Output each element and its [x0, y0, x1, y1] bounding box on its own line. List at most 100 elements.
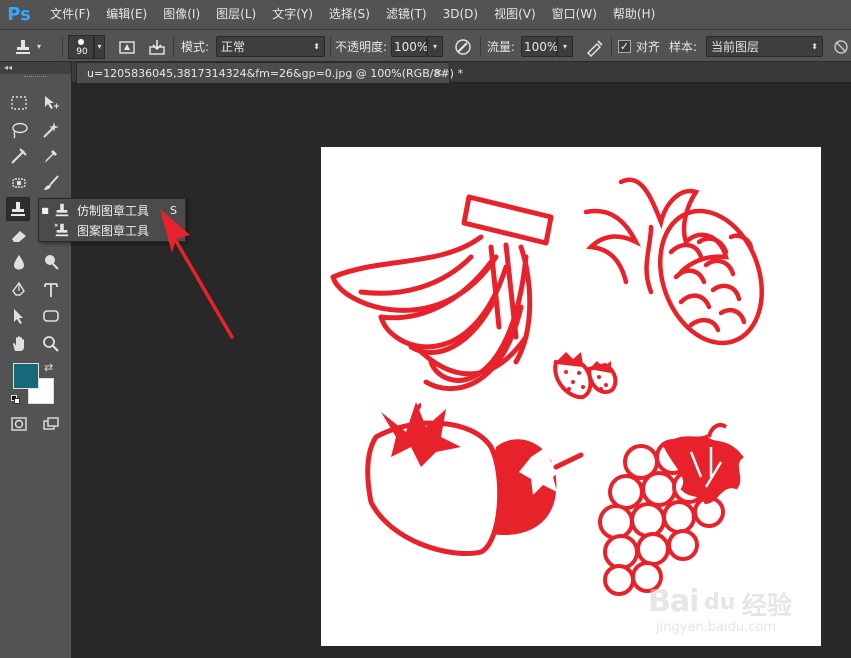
brush-icon: [44, 175, 59, 190]
photoshop-window: Ps 文件(F) 编辑(E) 图像(I) 图层(L) 文字(Y) 选择(S) 滤…: [0, 0, 851, 658]
foreground-color-swatch-front[interactable]: [13, 363, 39, 389]
opacity-label: 不透明度:: [335, 40, 388, 54]
dodge-tool[interactable]: [39, 250, 63, 274]
flyout-item-label: 图案图章工具: [77, 223, 150, 238]
menu-type[interactable]: 文字(Y): [264, 0, 321, 29]
opacity-dropdown-button[interactable]: ▾: [427, 36, 443, 57]
pressure-opacity-toggle[interactable]: [452, 30, 474, 63]
default-colors-icon[interactable]: [11, 395, 21, 405]
pineapple-illustration: [583, 177, 764, 346]
hand-tool[interactable]: [7, 332, 31, 356]
screen-mode-icon: [43, 417, 59, 430]
healing-brush-tool[interactable]: [7, 171, 31, 195]
align-checkbox[interactable]: ✓: [618, 40, 631, 53]
document-tab-title: u=1205836045,3817314324&fm=26&gp=0.jpg @…: [87, 66, 463, 80]
fruit-artwork: [330, 177, 764, 596]
opacity-input[interactable]: 100%: [391, 36, 428, 57]
divider: [611, 36, 612, 57]
marquee-icon: [11, 96, 27, 110]
annotation-arrow: [160, 209, 234, 339]
menu-edit[interactable]: 编辑(E): [98, 0, 155, 29]
menu-3d[interactable]: 3D(D): [435, 0, 486, 29]
divider: [480, 36, 481, 57]
clone-stamp-tool[interactable]: [6, 197, 30, 221]
tools-panel-header[interactable]: ◂◂: [0, 62, 71, 74]
type-icon: [44, 283, 58, 297]
eyedropper-tool[interactable]: [39, 144, 63, 168]
chevron-down-icon: ▾: [36, 42, 41, 51]
clone-stamp-icon: [11, 202, 25, 216]
panel-grip[interactable]: [24, 76, 46, 79]
menu-help[interactable]: 帮助(H): [605, 0, 663, 29]
pen-tool[interactable]: [7, 278, 31, 302]
menu-filter[interactable]: 滤镜(T): [378, 0, 435, 29]
sample-label: 样本:: [669, 40, 698, 54]
brush-size-value: 90: [76, 46, 88, 57]
screen-mode-button[interactable]: [39, 412, 63, 436]
lasso-tool[interactable]: [7, 118, 31, 142]
marquee-tool[interactable]: [7, 91, 31, 115]
align-checkbox-group[interactable]: ✓ 对齐: [618, 30, 660, 63]
brush-tool[interactable]: [39, 171, 63, 195]
photoshop-logo: Ps: [7, 4, 31, 25]
move-tool[interactable]: [39, 91, 63, 115]
brush-preset-picker[interactable]: 90 ▾: [68, 30, 105, 63]
document-tab-bar: u=1205836045,3817314324&fm=26&gp=0.jpg @…: [72, 62, 851, 83]
grapes-illustration: [598, 423, 744, 596]
updown-arrow-icon: ⬍: [811, 42, 818, 51]
menu-select[interactable]: 选择(S): [321, 0, 378, 29]
adjustment-layer-icon: [830, 36, 851, 58]
blend-mode-value: 正常: [221, 40, 246, 54]
bandage-icon: [12, 178, 26, 188]
arrow-pointer-icon: [14, 309, 23, 324]
menu-window[interactable]: 窗口(W): [544, 0, 605, 29]
baidu-watermark: Bai du 经验 jingyan.baidu.com: [648, 584, 818, 644]
menu-file[interactable]: 文件(F): [42, 0, 98, 29]
ignore-adjustment-layers-toggle[interactable]: [830, 30, 851, 63]
zoom-tool[interactable]: [39, 332, 63, 356]
menu-image[interactable]: 图像(I): [155, 0, 208, 29]
close-icon[interactable]: ×: [434, 66, 443, 79]
pen-icon: [12, 281, 25, 296]
divider: [330, 36, 331, 57]
eraser-tool[interactable]: [7, 224, 31, 248]
shape-tool[interactable]: [39, 304, 63, 328]
flyout-item-label: 仿制图章工具: [77, 203, 150, 218]
eraser-icon: [12, 231, 26, 242]
flow-label: 流量:: [487, 40, 516, 54]
image-canvas[interactable]: [321, 147, 821, 646]
quick-mask-button[interactable]: [7, 412, 31, 436]
watermark-url: jingyan.baidu.com: [656, 620, 776, 635]
swap-colors-icon[interactable]: ⇄: [44, 361, 53, 374]
flow-dropdown-button[interactable]: ▾: [557, 36, 573, 57]
menu-layer[interactable]: 图层(L): [208, 0, 264, 29]
clone-stamp-icon: [53, 202, 71, 218]
watermark-paw-text: du: [704, 590, 736, 615]
magic-wand-icon: [43, 122, 59, 138]
flow-value: 100%: [524, 39, 559, 54]
rounded-rect-icon: [43, 310, 59, 322]
magic-wand-tool[interactable]: [39, 118, 63, 142]
type-tool[interactable]: [39, 278, 63, 302]
hand-icon: [13, 336, 24, 351]
eyedropper-icon: [45, 150, 57, 163]
dodge-icon: [45, 255, 59, 270]
align-label: 对齐: [636, 40, 661, 54]
flow-input[interactable]: 100%: [521, 36, 559, 57]
blend-mode-select[interactable]: 正常 ⬍: [216, 36, 325, 57]
menu-view[interactable]: 视图(V): [486, 0, 544, 29]
blur-tool[interactable]: [7, 250, 31, 274]
lasso-icon: [12, 122, 28, 139]
slice-icon: [11, 148, 27, 164]
airbrush-toggle[interactable]: [584, 30, 606, 63]
toggle-clone-source-button[interactable]: [146, 30, 168, 63]
path-selection-tool[interactable]: [7, 304, 31, 328]
sample-select[interactable]: 当前图层 ⬍: [706, 36, 823, 57]
tool-preset-picker[interactable]: ▾: [12, 30, 44, 63]
crop-tool[interactable]: [7, 144, 31, 168]
document-tab[interactable]: u=1205836045,3817314324&fm=26&gp=0.jpg @…: [76, 62, 463, 83]
collapse-icon[interactable]: ◂◂: [4, 63, 12, 72]
magnifier-icon: [43, 336, 59, 352]
toggle-brush-panel-button[interactable]: [116, 30, 138, 63]
updown-arrow-icon: ⬍: [313, 42, 320, 51]
